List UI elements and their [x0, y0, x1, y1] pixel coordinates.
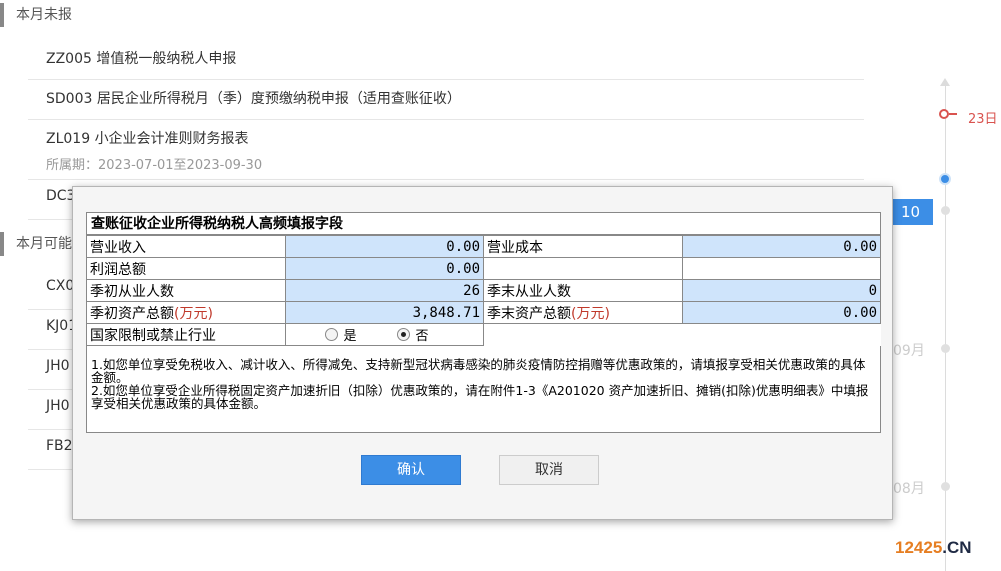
radio-yes[interactable]: 是 [324, 325, 357, 344]
timeline-current-dot[interactable] [939, 173, 951, 185]
unit-label: (万元) [571, 305, 610, 322]
timeline-dot[interactable] [941, 482, 950, 491]
list-item[interactable]: SD003 居民企业所得税月（季）度预缴纳税申报（适用查账征收） [28, 88, 864, 120]
month-label[interactable]: 08月 [893, 478, 925, 498]
assets-end-label: 季末资产总额(万元) [483, 301, 683, 324]
employees-end-label: 季末从业人数 [483, 279, 683, 302]
radio-circle-icon [324, 328, 338, 341]
high-frequency-fields-dialog: 查账征收企业所得税纳税人高频填报字段 营业收入 0.00 营业成本 0.00 利… [72, 186, 893, 520]
empty-cell [681, 257, 881, 280]
assets-end-input[interactable]: 0.00 [681, 301, 881, 324]
restricted-industry-label: 国家限制或禁止行业 [86, 323, 286, 346]
employees-start-input[interactable]: 26 [284, 279, 484, 302]
watermark: 12425.CN [895, 538, 972, 557]
period-text: 所属期：2023-07-01至2023-09-30 [46, 158, 263, 173]
form-box: 查账征收企业所得税纳税人高频填报字段 营业收入 0.00 营业成本 0.00 利… [86, 212, 881, 433]
profit-input[interactable]: 0.00 [284, 257, 484, 280]
profit-label: 利润总额 [86, 257, 286, 280]
empty-cell [682, 323, 881, 346]
fields-table: 营业收入 0.00 营业成本 0.00 利润总额 0.00 季初从业人数 26 … [86, 235, 881, 346]
dialog-title: 查账征收企业所得税纳税人高频填报字段 [87, 213, 880, 235]
cancel-button[interactable]: 取消 [499, 455, 599, 485]
deadline-icon [939, 109, 949, 119]
timeline-dot[interactable] [941, 344, 950, 353]
empty-cell [483, 257, 683, 280]
unit-label: (万元) [174, 305, 213, 322]
timeline-arrow-icon [940, 78, 950, 86]
timeline-dot[interactable] [941, 206, 950, 215]
month-label[interactable]: 09月 [893, 340, 925, 360]
list-item[interactable]: ZZ005 增值税一般纳税人申报 [28, 48, 864, 80]
cost-input[interactable]: 0.00 [681, 235, 881, 258]
revenue-input[interactable]: 0.00 [284, 235, 484, 258]
radio-no[interactable]: 否 [396, 325, 429, 344]
assets-start-input[interactable]: 3,848.71 [284, 301, 484, 324]
section-title-unreported: 本月未报 [0, 3, 72, 27]
revenue-label: 营业收入 [86, 235, 286, 258]
month-badge[interactable]: 10 [893, 199, 933, 225]
assets-start-label: 季初资产总额(万元) [86, 301, 286, 324]
note-1: 1.如您单位享受免税收入、减计收入、所得减免、支持新型冠状病毒感染的肺炎疫情防控… [91, 357, 866, 385]
notes: 1.如您单位享受免税收入、减计收入、所得减免、支持新型冠状病毒感染的肺炎疫情防控… [87, 346, 880, 410]
deadline-connector [949, 113, 957, 115]
restricted-industry-options: 是 否 [284, 323, 484, 346]
employees-end-input[interactable]: 0 [681, 279, 881, 302]
section-title-possible: 本月可能 [0, 232, 72, 256]
timeline-line [945, 86, 946, 571]
radio-checked-icon [396, 328, 410, 341]
note-2: 2.如您单位享受企业所得税固定资产加速折旧（扣除）优惠政策的，请在附件1-3《A… [91, 383, 869, 411]
empty-cell [483, 323, 682, 346]
list-item[interactable]: ZL019 小企业会计准则财务报表 所属期：2023-07-01至2023-09… [28, 128, 864, 180]
confirm-button[interactable]: 确认 [361, 455, 461, 485]
employees-start-label: 季初从业人数 [86, 279, 286, 302]
cost-label: 营业成本 [483, 235, 683, 258]
deadline-label: 23日 [968, 112, 998, 127]
